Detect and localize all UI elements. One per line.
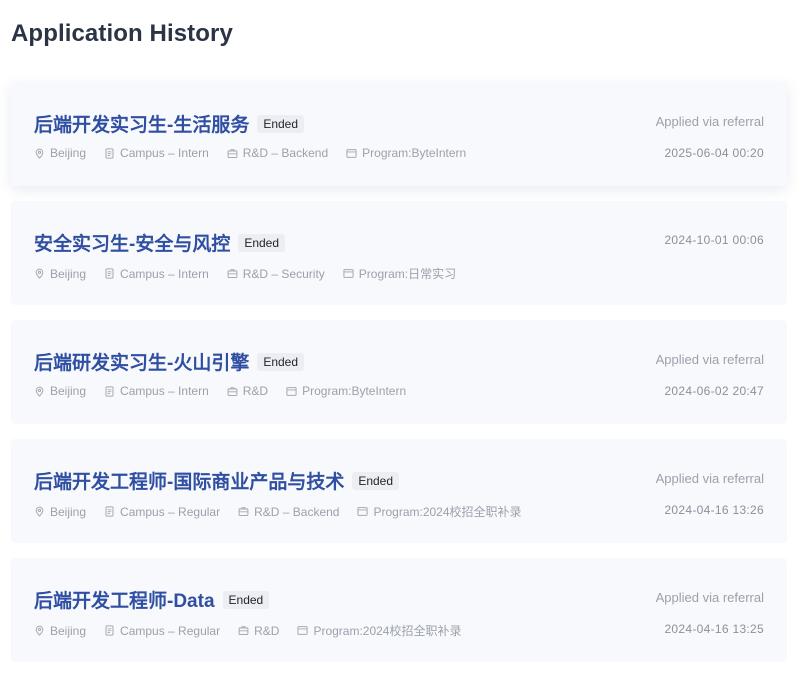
job-type-meta: Campus – Regular (104, 624, 220, 638)
program-text: Program:ByteIntern (302, 384, 407, 398)
document-icon (105, 385, 114, 397)
location-text: Beijing (50, 504, 87, 519)
status-badge: Ended (352, 472, 400, 490)
status-badge: Ended (238, 234, 286, 252)
job-meta: Beijing Campus – Regular R&D – Backend P… (34, 503, 522, 520)
applied-date: 2024-04-16 13:26 (664, 503, 764, 517)
category-meta: R&D – Backend (238, 505, 339, 519)
job-meta: Beijing Campus – Intern R&D – Security P… (34, 265, 456, 282)
program-meta: Program:ByteIntern (286, 384, 406, 398)
job-type-text: Campus – Intern (120, 146, 209, 160)
job-title-link[interactable]: 后端开发工程师-国际商业产品与技术 (34, 472, 344, 493)
job-type-meta: Campus – Intern (104, 146, 209, 160)
job-type-text: Campus – Intern (120, 266, 209, 281)
job-title-link[interactable]: 后端开发工程师-Data (34, 591, 215, 612)
program-meta: Program:2024校招全职补录 (297, 622, 461, 639)
application-card[interactable]: 后端开发工程师-Data Ended Beijing Campus – Regul… (11, 558, 787, 662)
job-title-link[interactable]: 安全实习生-安全与风控 (34, 234, 230, 255)
location-meta: Beijing (34, 624, 86, 638)
applied-date: 2024-10-01 00:06 (664, 233, 764, 247)
job-type-meta: Campus – Intern (104, 267, 209, 281)
location-meta: Beijing (34, 384, 86, 398)
status-badge: Ended (257, 115, 305, 133)
category-text: R&D (254, 623, 280, 638)
status-badge: Ended (222, 591, 270, 609)
job-title-link[interactable]: 后端开发实习生-生活服务 (34, 115, 249, 136)
applied-date: 2024-04-16 13:25 (664, 622, 764, 636)
category-meta: R&D – Security (227, 267, 325, 281)
briefcase-icon (227, 148, 238, 158)
document-icon (105, 625, 114, 636)
window-icon (343, 269, 354, 278)
location-text: Beijing (50, 623, 87, 638)
location-pin-icon (35, 625, 44, 636)
category-meta: R&D (238, 624, 279, 638)
job-meta: Beijing Campus – Intern R&D – Backend Pr… (34, 146, 466, 160)
program-meta: Program:ByteIntern (346, 146, 466, 160)
status-badge: Ended (257, 353, 305, 371)
program-text: Program:ByteIntern (362, 146, 467, 160)
job-type-meta: Campus – Regular (104, 505, 220, 519)
window-icon (297, 626, 309, 635)
category-text: R&D (242, 384, 269, 398)
job-title-row: 后端研发实习生-火山引擎 Ended (34, 348, 305, 375)
location-text: Beijing (50, 384, 87, 398)
briefcase-icon (238, 507, 249, 517)
window-icon (357, 507, 369, 516)
category-text: R&D – Backend (242, 146, 329, 160)
location-meta: Beijing (34, 146, 86, 160)
application-list: 后端开发实习生-生活服务 Ended Beijing Campus – Inter… (11, 82, 787, 677)
job-type-text: Campus – Regular (120, 504, 221, 519)
category-meta: R&D – Backend (227, 146, 328, 160)
application-card[interactable]: 后端开发实习生-生活服务 Ended Beijing Campus – Inter… (11, 82, 787, 186)
briefcase-icon (238, 626, 249, 636)
location-meta: Beijing (34, 505, 86, 519)
application-card[interactable]: 安全实习生-安全与风控 Ended Beijing Campus – Intern… (11, 201, 787, 305)
job-type-meta: Campus – Intern (104, 384, 209, 398)
briefcase-icon (227, 269, 238, 279)
category-meta: R&D (227, 384, 268, 398)
job-type-text: Campus – Intern (120, 384, 209, 398)
category-text: R&D – Backend (254, 504, 340, 519)
window-icon (286, 386, 297, 396)
location-pin-icon (35, 268, 44, 279)
category-text: R&D – Security (242, 266, 325, 281)
referral-text: Applied via referral (655, 590, 764, 605)
applied-date: 2024-06-02 20:47 (664, 384, 764, 398)
location-text: Beijing (50, 266, 87, 281)
program-text: Program:2024校招全职补录 (313, 624, 462, 638)
job-title-row: 安全实习生-安全与风控 Ended (34, 229, 286, 256)
applied-date: 2025-06-04 00:20 (664, 146, 764, 160)
briefcase-icon (227, 386, 238, 396)
location-pin-icon (35, 386, 44, 397)
program-meta: Program:日常实习 (343, 265, 456, 282)
program-text: Program:日常实习 (358, 267, 457, 281)
location-meta: Beijing (34, 267, 86, 281)
job-meta: Beijing Campus – Intern R&D Program:Byte… (34, 384, 406, 398)
document-icon (105, 268, 114, 279)
job-type-text: Campus – Regular (120, 623, 221, 638)
job-title-row: 后端开发工程师-国际商业产品与技术 Ended (34, 467, 400, 494)
referral-text: Applied via referral (655, 352, 764, 367)
location-pin-icon (35, 148, 44, 159)
job-title-link[interactable]: 后端研发实习生-火山引擎 (34, 353, 249, 374)
location-pin-icon (35, 506, 44, 517)
document-icon (105, 506, 114, 517)
referral-text: Applied via referral (655, 471, 764, 486)
page-title: Application History (11, 20, 233, 47)
program-text: Program:2024校招全职补录 (373, 505, 522, 519)
location-text: Beijing (50, 146, 87, 160)
application-card[interactable]: 后端研发实习生-火山引擎 Ended Beijing Campus – Inter… (11, 320, 787, 424)
job-title-row: 后端开发工程师-Data Ended (34, 586, 270, 613)
document-icon (105, 147, 114, 159)
job-title-row: 后端开发实习生-生活服务 Ended (34, 110, 305, 137)
program-meta: Program:2024校招全职补录 (357, 503, 522, 520)
job-meta: Beijing Campus – Regular R&D Program:202… (34, 622, 461, 639)
referral-text: Applied via referral (655, 114, 764, 129)
application-card[interactable]: 后端开发工程师-国际商业产品与技术 Ended Beijing Campus – … (11, 439, 787, 543)
window-icon (346, 148, 357, 158)
